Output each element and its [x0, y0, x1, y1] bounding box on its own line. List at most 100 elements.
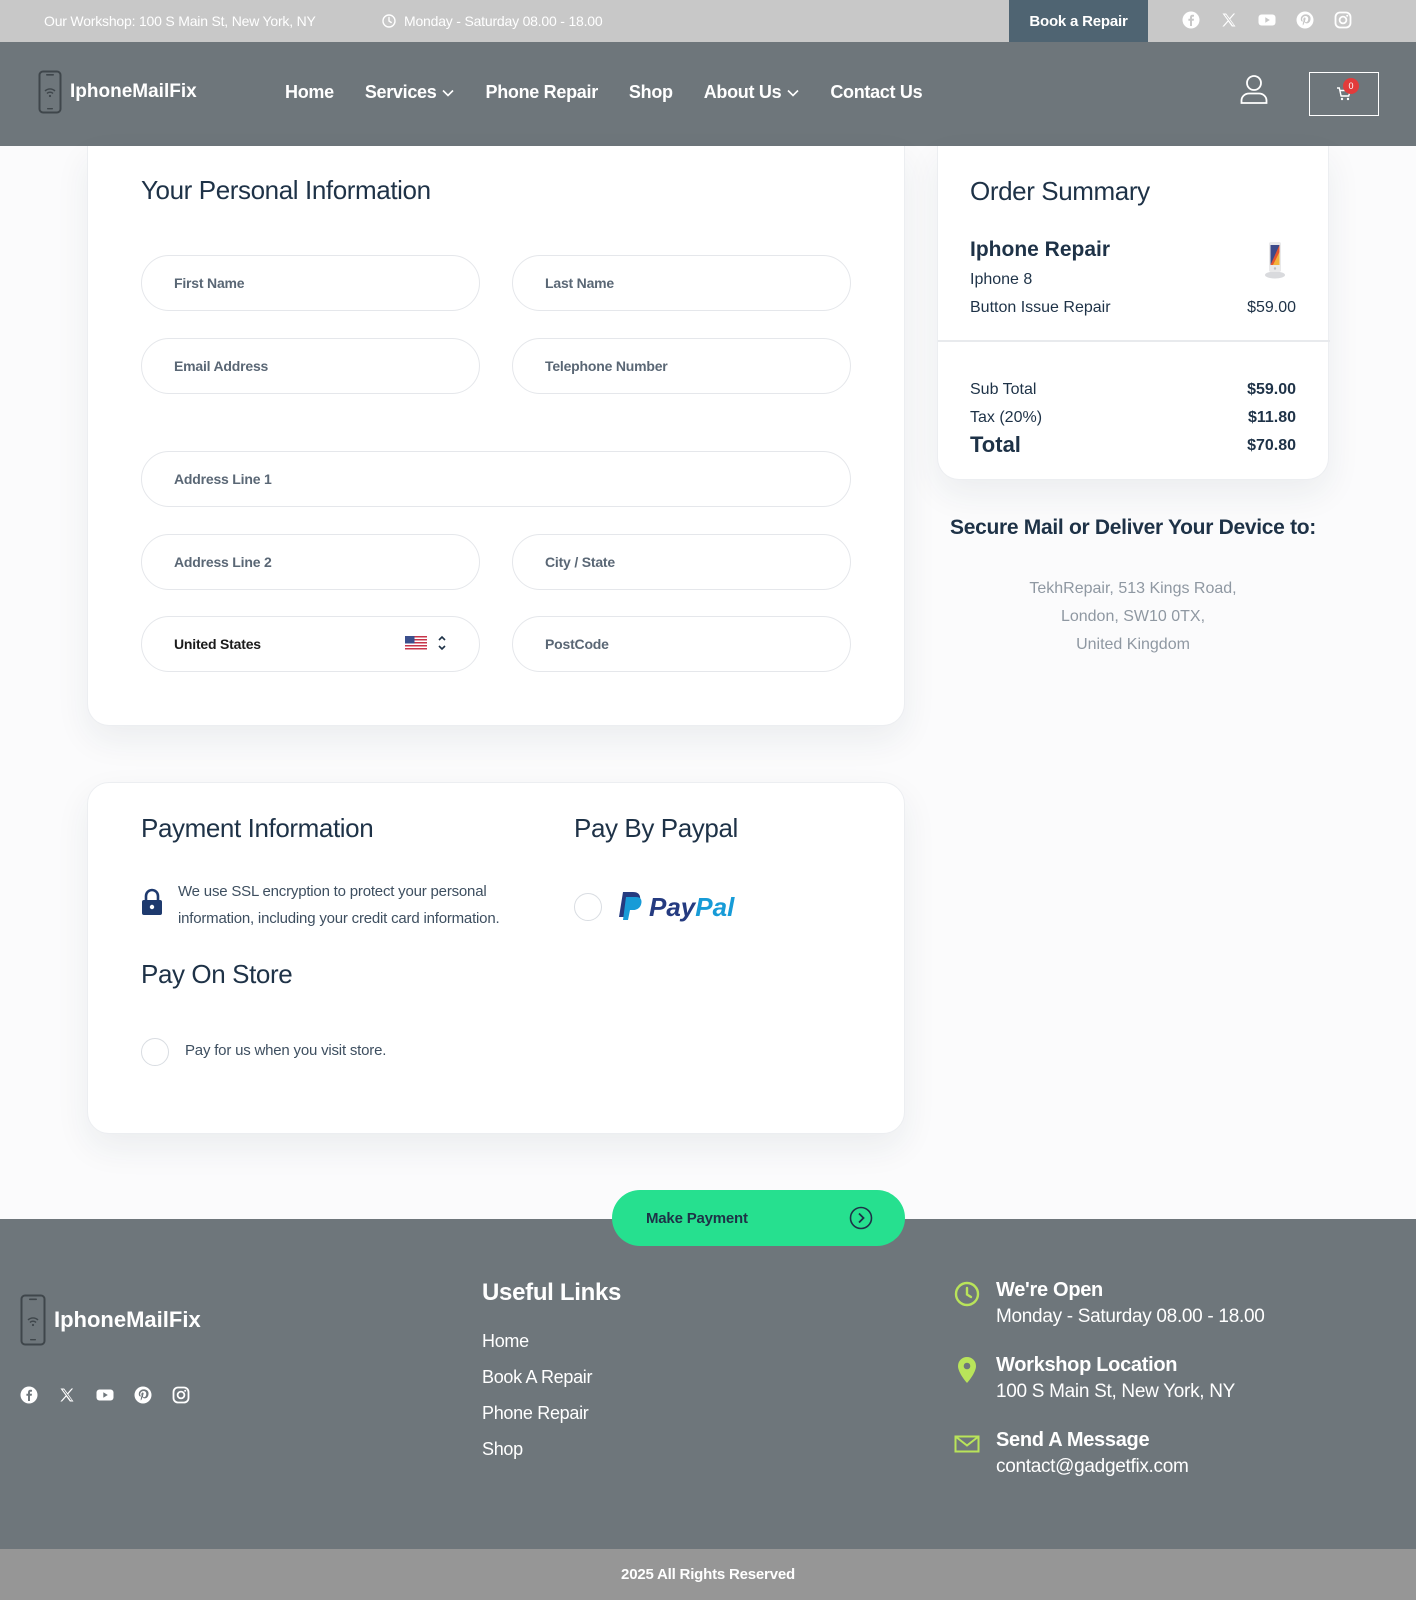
postcode-field[interactable]: PostCode	[512, 616, 851, 672]
nav-home[interactable]: Home	[285, 82, 334, 103]
facebook-icon[interactable]	[20, 1386, 38, 1404]
last-name-field[interactable]: Last Name	[512, 255, 851, 311]
youtube-icon[interactable]	[96, 1386, 114, 1404]
ssl-notice: We use SSL encryption to protect your pe…	[178, 878, 500, 932]
address-line-2-placeholder: Address Line 2	[174, 554, 272, 570]
nav-about-us[interactable]: About Us	[704, 82, 800, 103]
nav-shop-label: Shop	[628, 82, 673, 102]
footer: IphoneMailFix Useful Links Home Book A R…	[0, 1219, 1416, 1549]
pay-on-store-radio[interactable]	[141, 1038, 169, 1066]
address-line-1-field[interactable]: Address Line 1	[141, 451, 851, 507]
top-bar: Our Workshop: 100 S Main St, New York, N…	[0, 0, 1416, 42]
shipping-address-line-2: London, SW10 0TX,	[1060, 608, 1206, 625]
x-icon[interactable]	[1220, 11, 1238, 29]
header-logo[interactable]: IphoneMailFix	[38, 70, 197, 114]
tax-label: Tax (20%)	[970, 409, 1043, 426]
nav-phone-repair[interactable]: Phone Repair	[485, 82, 598, 103]
chevron-down-icon	[442, 89, 455, 97]
nav-phone-repair-label: Phone Repair	[485, 82, 598, 102]
cart-count-badge: 0	[1343, 78, 1359, 94]
instagram-icon[interactable]	[172, 1386, 190, 1404]
open-hours-text: Monday - Saturday 08.00 - 18.00	[996, 1306, 1265, 1327]
paypal-title: Pay By Paypal	[574, 813, 738, 843]
shipping-address-line-1: TekhRepair, 513 Kings Road,	[1029, 580, 1237, 597]
postcode-placeholder: PostCode	[545, 636, 609, 652]
envelope-icon	[954, 1435, 980, 1453]
first-name-placeholder: First Name	[174, 275, 245, 291]
country-value: United States	[174, 636, 261, 652]
top-social-links	[1182, 11, 1352, 29]
order-item-price: $59.00	[1247, 299, 1296, 316]
nav-shop[interactable]: Shop	[629, 82, 673, 103]
main-header: IphoneMailFix Home Services Phone Repair…	[0, 42, 1416, 146]
make-payment-label: Make Payment	[646, 1209, 748, 1227]
footer-link-shop[interactable]: Shop	[482, 1439, 592, 1475]
paypal-p-icon	[619, 892, 642, 920]
first-name-field[interactable]: First Name	[141, 255, 480, 311]
subtotal-label: Sub Total	[970, 381, 1037, 398]
email-placeholder: Email Address	[174, 358, 269, 374]
lock-icon	[142, 888, 162, 915]
pay-on-store-text: Pay for us when you visit store.	[185, 1042, 387, 1059]
nav-about-us-label: About Us	[703, 82, 782, 102]
paypal-logo: PayPal	[617, 891, 734, 923]
brand-name: IphoneMailFix	[70, 81, 197, 102]
main-nav: Home Services Phone Repair Shop About Us…	[285, 82, 953, 103]
opening-hours-text: Monday - Saturday 08.00 - 18.00	[404, 13, 603, 29]
instagram-icon[interactable]	[1334, 11, 1352, 29]
iphone-thumbnail-icon	[1265, 242, 1285, 279]
facebook-icon[interactable]	[1182, 11, 1200, 29]
nav-services[interactable]: Services	[365, 82, 455, 103]
footer-link-book-repair[interactable]: Book A Repair	[482, 1367, 592, 1403]
total-label: Total	[970, 432, 1021, 457]
personal-info-card: Your Personal Information First Name Las…	[87, 146, 905, 726]
paypal-wordmark-pal: Pal	[695, 891, 735, 922]
make-payment-button[interactable]: Make Payment	[612, 1190, 905, 1246]
nav-contact-us-label: Contact Us	[830, 82, 923, 102]
youtube-icon[interactable]	[1258, 11, 1276, 29]
email-field[interactable]: Email Address	[141, 338, 480, 394]
city-state-field[interactable]: City / State	[512, 534, 851, 590]
paypal-wordmark: PayPal	[649, 892, 734, 923]
paypal-wordmark-pay: Pay	[649, 891, 696, 922]
select-arrows-icon	[438, 635, 446, 651]
payment-info-title: Payment Information	[141, 813, 374, 843]
footer-logo[interactable]: IphoneMailFix	[20, 1294, 201, 1346]
nav-home-label: Home	[285, 82, 334, 102]
footer-brand-name: IphoneMailFix	[54, 1307, 201, 1332]
ssl-notice-line-1: We use SSL encryption to protect your pe…	[178, 883, 487, 900]
country-select[interactable]: United States	[141, 616, 480, 672]
footer-link-phone-repair[interactable]: Phone Repair	[482, 1403, 592, 1439]
opening-hours: Monday - Saturday 08.00 - 18.00	[382, 13, 603, 29]
phone-logo-icon	[38, 70, 62, 114]
ssl-notice-line-2: information, including your credit card …	[178, 910, 500, 927]
x-icon[interactable]	[58, 1386, 76, 1404]
telephone-field[interactable]: Telephone Number	[512, 338, 851, 394]
book-repair-button[interactable]: Book a Repair	[1009, 0, 1148, 42]
cart-button[interactable]: 0	[1309, 72, 1379, 116]
open-title: We're Open	[996, 1279, 1103, 1301]
order-summary-title: Order Summary	[970, 176, 1150, 206]
nav-services-label: Services	[364, 82, 437, 102]
paypal-radio[interactable]	[574, 893, 602, 921]
pinterest-icon[interactable]	[134, 1386, 152, 1404]
user-account-icon[interactable]	[1240, 74, 1268, 104]
phone-logo-icon	[20, 1294, 46, 1346]
location-title: Workshop Location	[996, 1354, 1178, 1376]
pinterest-icon[interactable]	[1296, 11, 1314, 29]
copyright-text: 2025 All Rights Reserved	[621, 1566, 795, 1583]
contact-email[interactable]: contact@gadgetfix.com	[996, 1456, 1189, 1478]
us-flag-icon	[405, 636, 427, 651]
shipping-address: TekhRepair, 513 Kings Road, London, SW10…	[937, 575, 1329, 659]
order-divider	[938, 340, 1330, 342]
address-line-2-field[interactable]: Address Line 2	[141, 534, 480, 590]
last-name-placeholder: Last Name	[545, 275, 615, 291]
footer-link-home[interactable]: Home	[482, 1331, 592, 1367]
personal-info-title: Your Personal Information	[141, 175, 431, 205]
footer-social-links	[20, 1386, 190, 1404]
useful-links-list: Home Book A Repair Phone Repair Shop	[482, 1331, 592, 1475]
arrow-right-circle-icon	[849, 1206, 873, 1230]
city-state-placeholder: City / State	[545, 554, 615, 570]
nav-contact-us[interactable]: Contact Us	[830, 82, 922, 103]
pay-on-store-title: Pay On Store	[141, 959, 293, 989]
